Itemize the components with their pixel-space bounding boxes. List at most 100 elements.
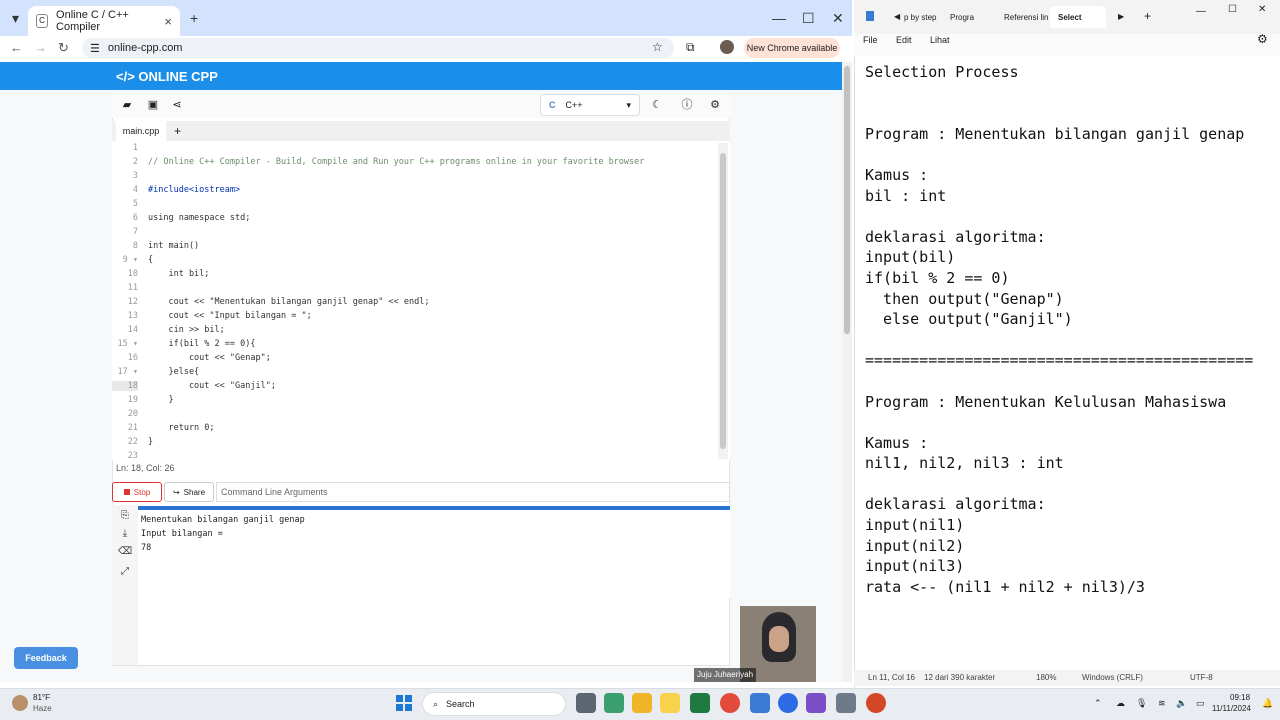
save-icon[interactable]: ▣ (142, 96, 164, 114)
file-tab-main[interactable]: main.cpp (116, 121, 166, 141)
notepad-tab-1[interactable]: p by step (904, 13, 936, 22)
copy-icon[interactable]: ⎘ (118, 510, 132, 521)
np-status-zoom[interactable]: 180% (1036, 673, 1056, 682)
profile-avatar[interactable] (720, 40, 734, 54)
terminal-output[interactable]: Menentukan bilangan ganjil genap Input bi… (138, 510, 730, 598)
notepad-scrollbar[interactable] (1270, 62, 1278, 662)
windows-start-icon[interactable] (396, 695, 412, 711)
scroll-tabs-left-icon[interactable]: ◀ (894, 12, 900, 21)
code-line[interactable]: cout << "Input bilangan = "; (148, 311, 311, 321)
notepad-line[interactable] (865, 412, 1253, 433)
menu-file[interactable]: File (863, 35, 878, 45)
notepad-line[interactable]: input(nil2) (865, 536, 1253, 557)
copilot-icon[interactable] (604, 693, 624, 713)
info-icon[interactable]: ⓘ (676, 96, 698, 114)
browser-tab[interactable]: C Online C / C++ Compiler × (28, 6, 180, 36)
feedback-button[interactable]: Feedback (14, 647, 78, 669)
battery-icon[interactable]: ▭ (1196, 698, 1205, 709)
notepad-line[interactable]: Kamus : (865, 433, 1253, 454)
bookmark-star-icon[interactable]: ☆ (652, 40, 663, 54)
code-line[interactable]: cout << "Genap"; (148, 353, 271, 363)
weather-icon[interactable] (12, 695, 28, 711)
notepad-tab-2[interactable]: Progra (950, 13, 974, 22)
page-scrollbar[interactable] (842, 62, 852, 682)
sticky-notes-icon[interactable] (660, 693, 680, 713)
notepad-line[interactable]: nil1, nil2, nil3 : int (865, 453, 1253, 474)
excel-icon[interactable] (690, 693, 710, 713)
notepad-line[interactable]: input(bil) (865, 247, 1253, 268)
np-status-encoding[interactable]: UTF-8 (1190, 673, 1213, 682)
site-info-icon[interactable]: ☰ (90, 42, 100, 55)
code-editor[interactable]: 1 2// Online C++ Compiler - Build, Compil… (112, 141, 730, 461)
notepad-line[interactable]: deklarasi algoritma: (865, 227, 1253, 248)
site-logo[interactable]: </> ONLINE CPP (116, 69, 218, 84)
notepad-line[interactable] (865, 206, 1253, 227)
microphone-icon[interactable]: 🎙 (1136, 698, 1147, 709)
notepad-line[interactable] (865, 371, 1253, 392)
extensions-icon[interactable]: ⧉ (686, 40, 695, 55)
close-tab-icon[interactable]: × (164, 14, 172, 29)
new-chrome-available-button[interactable]: New Chrome available (744, 38, 840, 58)
notepad-minimize-icon[interactable]: — (1196, 6, 1206, 17)
code-line[interactable]: return 0; (148, 423, 214, 433)
tray-chevron-icon[interactable]: ⌃ (1094, 698, 1102, 709)
zoom-icon[interactable] (778, 693, 798, 713)
code-line[interactable]: // Online C++ Compiler - Build, Compile … (148, 157, 644, 167)
code-line[interactable]: cin >> bil; (148, 325, 224, 335)
menu-edit[interactable]: Edit (896, 35, 912, 45)
notepad-line[interactable]: else output("Ganjil") (865, 309, 1253, 330)
notepad-new-tab-button[interactable]: + (1144, 9, 1151, 23)
code-line[interactable]: } (148, 395, 173, 405)
maximize-icon[interactable]: ☐ (802, 10, 815, 27)
dark-mode-icon[interactable]: ☾ (646, 96, 668, 114)
notepad-line[interactable]: deklarasi algoritma: (865, 494, 1253, 515)
back-icon[interactable]: ← (10, 40, 23, 55)
forward-icon[interactable]: → (34, 40, 47, 55)
notepad-tab-3[interactable]: Referensi lin (1004, 13, 1048, 22)
clock-time[interactable]: 09:18 (1230, 693, 1250, 702)
notepad-line[interactable] (865, 330, 1253, 351)
notepad-taskbar-icon[interactable] (750, 693, 770, 713)
notepad-line[interactable]: if(bil % 2 == 0) (865, 268, 1253, 289)
settings-app-icon[interactable] (836, 693, 856, 713)
new-tab-icon[interactable]: + (190, 10, 198, 26)
code-line[interactable]: using namespace std; (148, 213, 250, 223)
code-line[interactable]: int main() (148, 241, 199, 251)
language-select[interactable]: C C++ ▾ (540, 94, 640, 116)
notepad-maximize-icon[interactable]: ☐ (1228, 4, 1237, 15)
code-line[interactable]: { (148, 255, 153, 265)
notepad-line[interactable]: input(nil3) (865, 556, 1253, 577)
notepad-line[interactable]: Program : Menentukan bilangan ganjil gen… (865, 124, 1253, 145)
share-button[interactable]: ↪ Share (164, 482, 214, 502)
address-bar[interactable]: ☰ online-cpp.com (82, 38, 674, 58)
editor-scrollbar[interactable] (718, 143, 728, 459)
visual-studio-icon[interactable] (806, 693, 826, 713)
weather-temp[interactable]: 81°F (33, 693, 50, 702)
stop-button[interactable]: Stop (112, 482, 162, 502)
volume-icon[interactable]: 🔈 (1176, 698, 1187, 709)
onedrive-icon[interactable]: ☁ (1116, 698, 1125, 709)
notepad-line[interactable]: rata <-- (nil1 + nil2 + nil3)/3 (865, 577, 1253, 598)
command-line-arguments-input[interactable]: Command Line Arguments (216, 482, 730, 502)
notepad-line[interactable]: then output("Genap") (865, 289, 1253, 310)
task-view-icon[interactable] (576, 693, 596, 713)
notification-bell-icon[interactable]: 🔔 (1262, 698, 1273, 709)
notepad-line[interactable]: ========================================… (865, 350, 1253, 371)
taskbar-search[interactable]: ⌕ Search (422, 692, 566, 716)
close-window-icon[interactable]: ✕ (832, 10, 844, 27)
share-icon[interactable]: ⋖ (166, 96, 188, 114)
code-line[interactable]: if(bil % 2 == 0){ (148, 339, 255, 349)
minimize-icon[interactable]: — (772, 10, 786, 26)
tab-search-icon[interactable]: ▾ (12, 10, 19, 27)
notepad-line[interactable] (865, 474, 1253, 495)
reload-icon[interactable]: ↻ (58, 40, 69, 56)
notepad-settings-icon[interactable]: ⚙ (1257, 32, 1268, 46)
clock-date[interactable]: 11/11/2024 (1212, 704, 1251, 713)
chrome-icon[interactable] (720, 693, 740, 713)
notepad-line[interactable]: bil : int (865, 186, 1253, 207)
code-line[interactable]: cout << "Ganjil"; (148, 381, 276, 391)
expand-icon[interactable]: ⤢ (118, 566, 132, 577)
open-folder-icon[interactable]: ▰ (116, 96, 138, 114)
code-line[interactable]: cout << "Menentukan bilangan ganjil gena… (148, 297, 429, 307)
clear-icon[interactable]: ⌫ (118, 546, 132, 557)
